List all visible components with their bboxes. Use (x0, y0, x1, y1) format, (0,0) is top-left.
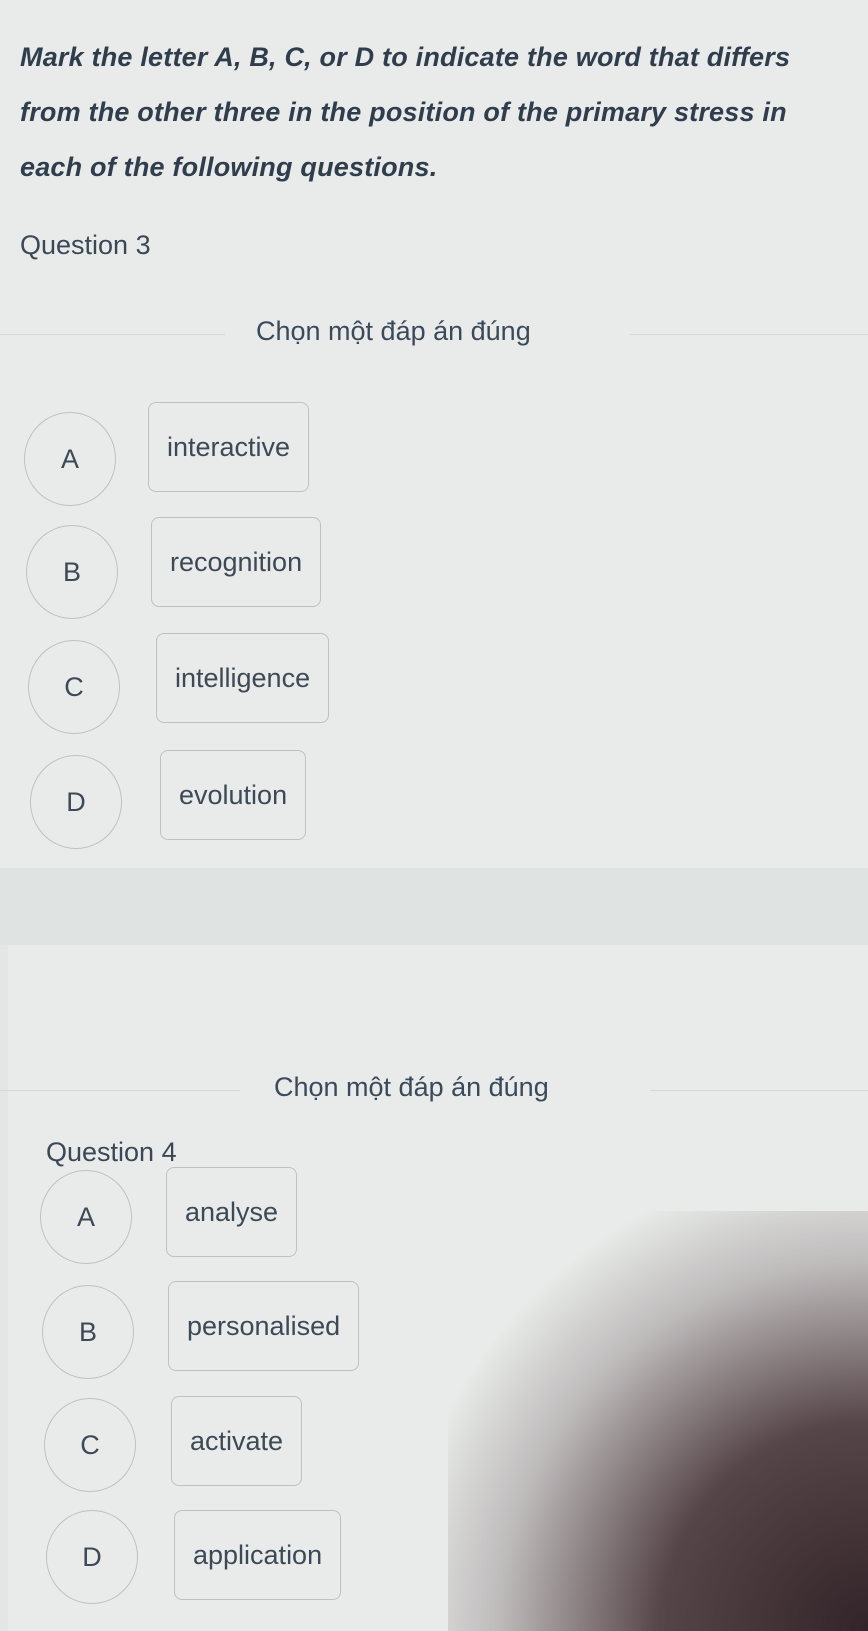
option-letter-circle[interactable]: D (46, 1510, 138, 1604)
question-separator (0, 868, 868, 945)
prompt-text: Chọn một đáp án đúng (274, 1072, 549, 1102)
option-letter-circle[interactable]: D (30, 755, 122, 849)
option-answer-box[interactable]: personalised (168, 1281, 360, 1371)
option-answer-box[interactable]: application (174, 1510, 342, 1600)
option-answer-box[interactable]: analyse (166, 1167, 298, 1257)
option-answer-box[interactable]: intelligence (156, 633, 330, 723)
divider-line (0, 1090, 240, 1091)
option-letter-circle[interactable]: C (28, 640, 120, 734)
prompt-text: Chọn một đáp án đúng (256, 316, 531, 346)
question-4-card (8, 945, 868, 1631)
question-4-title: Question 4 (46, 1137, 177, 1167)
option-letter-circle[interactable]: B (26, 525, 118, 619)
option-letter-circle[interactable]: A (24, 412, 116, 506)
divider-line (0, 334, 225, 335)
option-answer-box[interactable]: interactive (148, 402, 310, 492)
option-letter-circle[interactable]: A (40, 1170, 132, 1264)
option-letter-circle[interactable]: B (42, 1285, 134, 1379)
divider-line (630, 334, 868, 335)
option-answer-box[interactable]: evolution (160, 750, 307, 840)
question-4-prompt: Chọn một đáp án đúng (0, 1072, 868, 1102)
question-3-prompt: Chọn một đáp án đúng (0, 316, 868, 346)
question-3-title: Question 3 (20, 230, 151, 260)
instructions-text: Mark the letter A, B, C, or D to indicat… (20, 42, 791, 182)
option-letter-circle[interactable]: C (44, 1398, 136, 1492)
option-answer-box[interactable]: activate (171, 1396, 303, 1486)
option-answer-box[interactable]: recognition (151, 517, 322, 607)
divider-line (650, 1090, 868, 1091)
